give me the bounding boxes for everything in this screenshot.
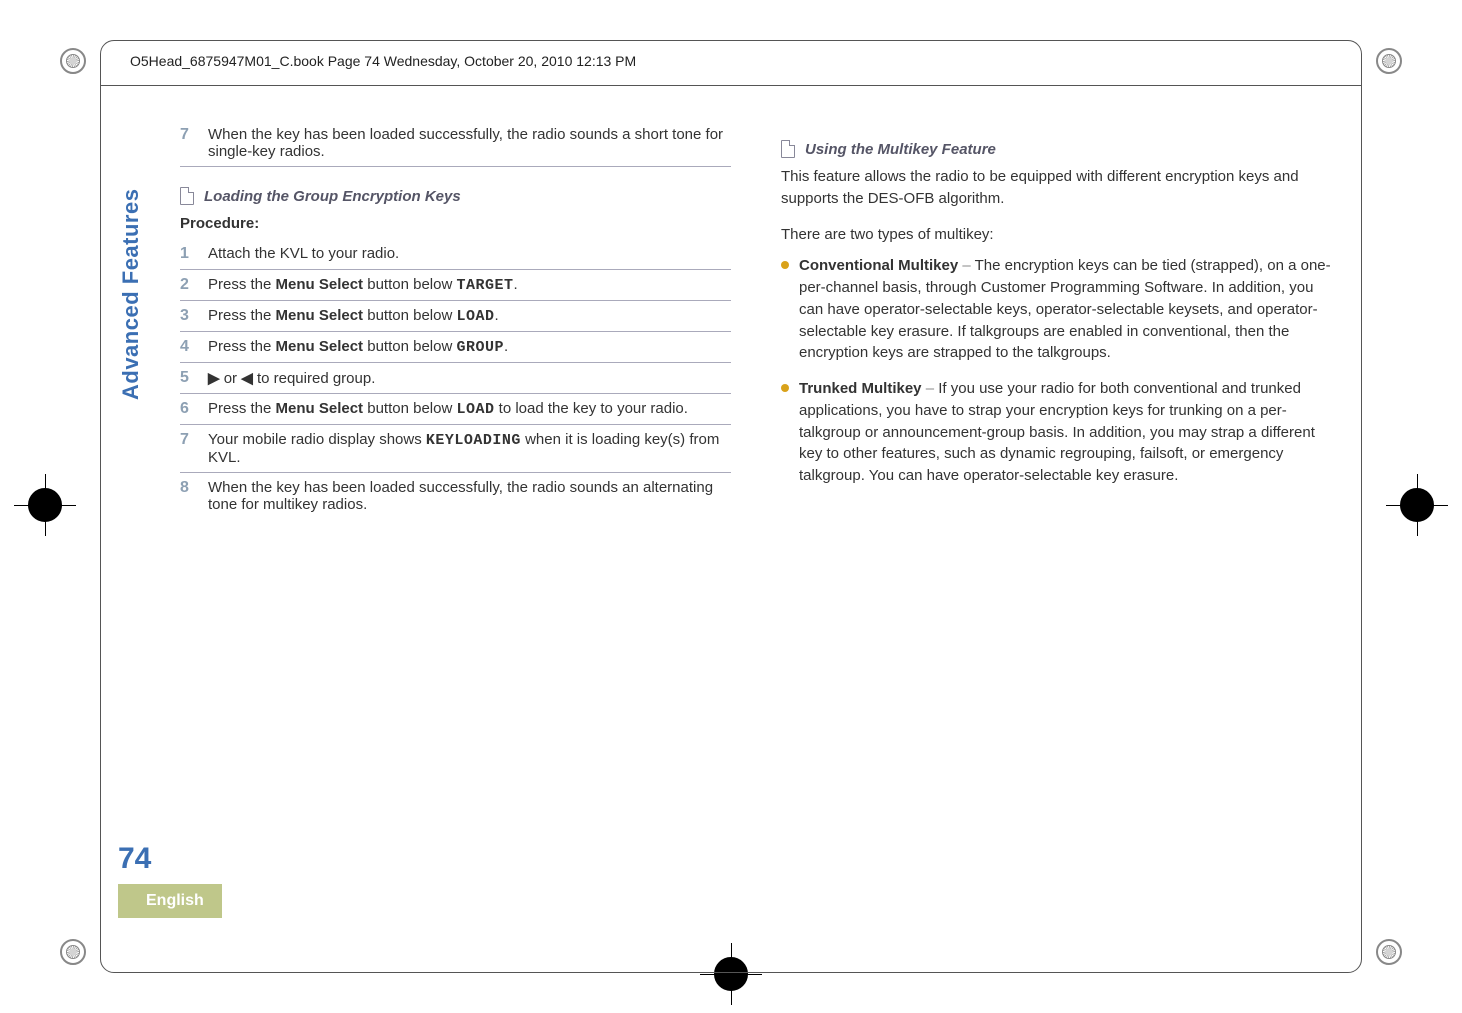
step-text: Press the Menu Select button below LOAD … <box>208 400 731 418</box>
page-icon <box>180 187 194 205</box>
procedure-step: 6 Press the Menu Select button below LOAD… <box>180 394 731 425</box>
continuation-step: 7 When the key has been loaded successfu… <box>180 120 731 167</box>
step-number: 2 <box>180 276 202 294</box>
lcd-text: LOAD <box>456 308 494 325</box>
registration-mark-right <box>1400 488 1434 522</box>
procedure-step: 4 Press the Menu Select button below GROU… <box>180 332 731 363</box>
lcd-text: KEYLOADING <box>426 432 521 449</box>
lcd-text: TARGET <box>456 277 513 294</box>
running-header: O5Head_6875947M01_C.book Page 74 Wednesd… <box>130 53 636 69</box>
bullet-item: Trunked Multikey – If you use your radio… <box>781 378 1332 487</box>
bold-term: Menu Select <box>276 338 364 355</box>
language-box: English <box>118 884 222 918</box>
bold-term: Menu Select <box>276 307 364 324</box>
bullet-text: Trunked Multikey – If you use your radio… <box>799 378 1332 487</box>
page-number: 74 <box>118 842 151 876</box>
procedure-step: 5 ▶ or ◀ to required group. <box>180 363 731 394</box>
crop-mark-br <box>1376 939 1402 965</box>
step-number: 4 <box>180 338 202 356</box>
step-number: 3 <box>180 307 202 325</box>
step-text: Attach the KVL to your radio. <box>208 245 731 263</box>
crop-mark-bl <box>60 939 86 965</box>
lcd-text: LOAD <box>456 401 494 418</box>
section-heading-loading-keys: Loading the Group Encryption Keys <box>180 187 731 205</box>
step-text: Press the Menu Select button below GROUP… <box>208 338 731 356</box>
crop-mark-tr <box>1376 48 1402 74</box>
bullet-text: Conventional Multikey – The encryption k… <box>799 255 1332 364</box>
lcd-text: GROUP <box>456 339 504 356</box>
bullet-title: Conventional Multikey <box>799 257 958 274</box>
left-column: 7 When the key has been loaded successfu… <box>180 120 731 519</box>
section-heading-multikey: Using the Multikey Feature <box>781 140 1332 158</box>
step-text: When the key has been loaded successfull… <box>208 479 731 513</box>
procedure-step: 1 Attach the KVL to your radio. <box>180 239 731 270</box>
step-number: 7 <box>180 126 202 160</box>
procedure-label: Procedure: <box>180 213 731 235</box>
side-section-label: Advanced Features <box>118 189 144 400</box>
procedure-step: 7Your mobile radio display shows KEYLOAD… <box>180 425 731 473</box>
crop-mark-tl <box>60 48 86 74</box>
step-number: 5 <box>180 369 202 387</box>
bold-term: Menu Select <box>276 400 364 417</box>
body-paragraph: There are two types of multikey: <box>781 224 1332 246</box>
procedure-step: 8When the key has been loaded successful… <box>180 473 731 519</box>
left-arrow-icon: ◀ <box>241 370 253 387</box>
header-rule <box>101 85 1361 86</box>
bullet-item: Conventional Multikey – The encryption k… <box>781 255 1332 364</box>
step-number: 7 <box>180 431 202 466</box>
step-text: When the key has been loaded successfull… <box>208 126 731 160</box>
bullet-title: Trunked Multikey <box>799 380 922 397</box>
step-text: Press the Menu Select button below TARGE… <box>208 276 731 294</box>
section-title: Loading the Group Encryption Keys <box>204 188 461 205</box>
step-text: Press the Menu Select button below LOAD. <box>208 307 731 325</box>
step-number: 6 <box>180 400 202 418</box>
bold-term: Menu Select <box>276 276 364 293</box>
step-text: Your mobile radio display shows KEYLOADI… <box>208 431 731 466</box>
step-text: ▶ or ◀ to required group. <box>208 369 731 387</box>
bullet-dot-icon <box>781 261 789 269</box>
bullet-dot-icon <box>781 384 789 392</box>
procedure-step: 2 Press the Menu Select button below TARG… <box>180 270 731 301</box>
step-number: 1 <box>180 245 202 263</box>
section-title: Using the Multikey Feature <box>805 141 996 158</box>
step-number: 8 <box>180 479 202 513</box>
registration-mark-left <box>28 488 62 522</box>
dash-separator: – <box>958 257 974 274</box>
page-icon <box>781 140 795 158</box>
dash-separator: – <box>922 380 939 397</box>
right-column: Using the Multikey Feature This feature … <box>781 120 1332 519</box>
procedure-step: 3 Press the Menu Select button below LOAD… <box>180 301 731 332</box>
right-arrow-icon: ▶ <box>208 370 220 387</box>
body-paragraph: This feature allows the radio to be equi… <box>781 166 1332 210</box>
